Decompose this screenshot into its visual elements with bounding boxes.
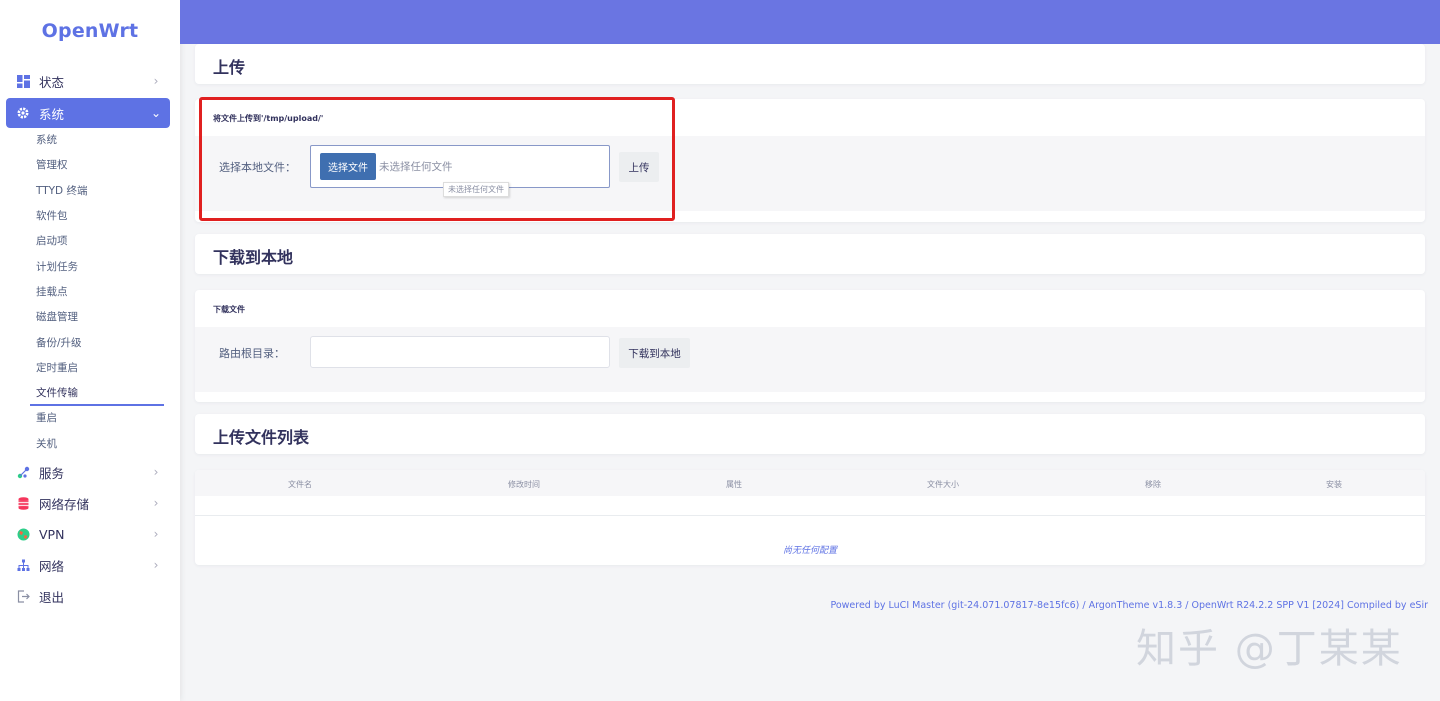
sidebar-item-label: 系统 bbox=[39, 106, 65, 122]
sidebar-item-label: 网络 bbox=[39, 558, 65, 574]
chevron-down-icon: ⌄ bbox=[150, 106, 162, 120]
empty-table-message: 尚无任何配置 bbox=[782, 546, 837, 556]
share-icon bbox=[16, 465, 30, 479]
router-path-input[interactable] bbox=[310, 336, 610, 368]
sidebar-subitem-startup[interactable]: 启动项 bbox=[36, 232, 68, 250]
page-title: 上传 bbox=[213, 58, 246, 77]
active-indicator bbox=[30, 404, 164, 406]
sidebar-item-nas[interactable]: 网络存储 › bbox=[6, 488, 170, 518]
filelist-title: 上传文件列表 bbox=[213, 428, 310, 447]
chevron-right-icon: › bbox=[153, 527, 159, 541]
download-title-card: 下载到本地 bbox=[195, 234, 1425, 274]
download-form-card: 下载文件 路由根目录： 下载到本地 bbox=[195, 290, 1425, 402]
sidebar-item-network[interactable]: 网络 › bbox=[6, 550, 170, 580]
sidebar-item-status[interactable]: 状态 › bbox=[6, 66, 170, 96]
download-section-label: 下载文件 bbox=[213, 305, 245, 314]
column-header-remove: 移除 bbox=[1145, 480, 1161, 489]
column-header-attr: 属性 bbox=[726, 480, 742, 489]
globe-icon bbox=[16, 527, 30, 541]
sidebar-subitem-backup[interactable]: 备份/升级 bbox=[36, 334, 82, 352]
sidebar-subitem-packages[interactable]: 软件包 bbox=[36, 207, 68, 225]
sidebar-subitem-mounts[interactable]: 挂载点 bbox=[36, 283, 68, 301]
sidebar-item-system[interactable]: 系统 ⌄ bbox=[6, 98, 170, 128]
sidebar-subitem-crontab[interactable]: 计划任务 bbox=[36, 258, 78, 276]
sidebar-item-label: 退出 bbox=[39, 589, 65, 605]
column-header-install: 安装 bbox=[1326, 480, 1342, 489]
sidebar-subitem-admin[interactable]: 管理权 bbox=[36, 156, 68, 174]
sidebar-item-services[interactable]: 服务 › bbox=[6, 457, 170, 487]
chevron-right-icon: › bbox=[153, 496, 159, 510]
watermark: 知乎 @丁某某 bbox=[1136, 626, 1403, 672]
filelist-title-card: 上传文件列表 bbox=[195, 414, 1425, 454]
sidebar-item-label: VPN bbox=[39, 526, 65, 542]
gear-icon bbox=[16, 106, 30, 120]
chevron-right-icon: › bbox=[153, 465, 159, 479]
header-bar bbox=[180, 0, 1440, 44]
sidebar-item-label: 服务 bbox=[39, 465, 65, 481]
sidebar-item-vpn[interactable]: VPN › bbox=[6, 519, 170, 549]
sidebar-item-label: 状态 bbox=[39, 74, 65, 90]
highlight-box bbox=[199, 97, 675, 221]
table-header bbox=[195, 470, 1425, 496]
upload-title-card: 上传 bbox=[195, 44, 1425, 84]
download-field-label: 路由根目录： bbox=[219, 347, 285, 360]
sidebar-subitem-reboot[interactable]: 重启 bbox=[36, 409, 57, 427]
sidebar-item-label: 网络存储 bbox=[39, 496, 90, 512]
download-form-row: 路由根目录： 下载到本地 bbox=[195, 327, 1425, 392]
sidebar-item-logout[interactable]: 退出 bbox=[6, 581, 170, 611]
column-header-mtime: 修改时间 bbox=[508, 480, 540, 489]
dashboard-icon bbox=[16, 74, 30, 88]
database-icon bbox=[16, 496, 30, 510]
sidebar-subitem-autoreboot[interactable]: 定时重启 bbox=[36, 359, 78, 377]
brand-logo[interactable]: OpenWrt bbox=[0, 0, 180, 62]
chevron-right-icon: › bbox=[153, 74, 159, 88]
sidebar-subitem-system[interactable]: 系统 bbox=[36, 131, 57, 149]
column-header-size: 文件大小 bbox=[927, 480, 959, 489]
column-header-filename: 文件名 bbox=[288, 480, 312, 489]
sitemap-icon bbox=[16, 558, 30, 572]
footer-credits[interactable]: Powered by LuCI Master (git-24.071.07817… bbox=[830, 600, 1428, 611]
download-title: 下载到本地 bbox=[213, 248, 294, 267]
sidebar-subitem-shutdown[interactable]: 关机 bbox=[36, 435, 57, 453]
logout-icon bbox=[16, 589, 30, 603]
sidebar-subitem-filetransfer[interactable]: 文件传输 bbox=[36, 384, 78, 402]
download-button[interactable]: 下载到本地 bbox=[619, 338, 690, 368]
sidebar: OpenWrt 状态 › 系统 ⌄ 系统 管理权 TTYD 终端 软件包 启动项… bbox=[0, 0, 180, 701]
sidebar-subitem-ttyd[interactable]: TTYD 终端 bbox=[36, 182, 87, 200]
chevron-right-icon: › bbox=[153, 558, 159, 572]
table-divider bbox=[195, 515, 1425, 516]
sidebar-subitem-disk[interactable]: 磁盘管理 bbox=[36, 308, 78, 326]
